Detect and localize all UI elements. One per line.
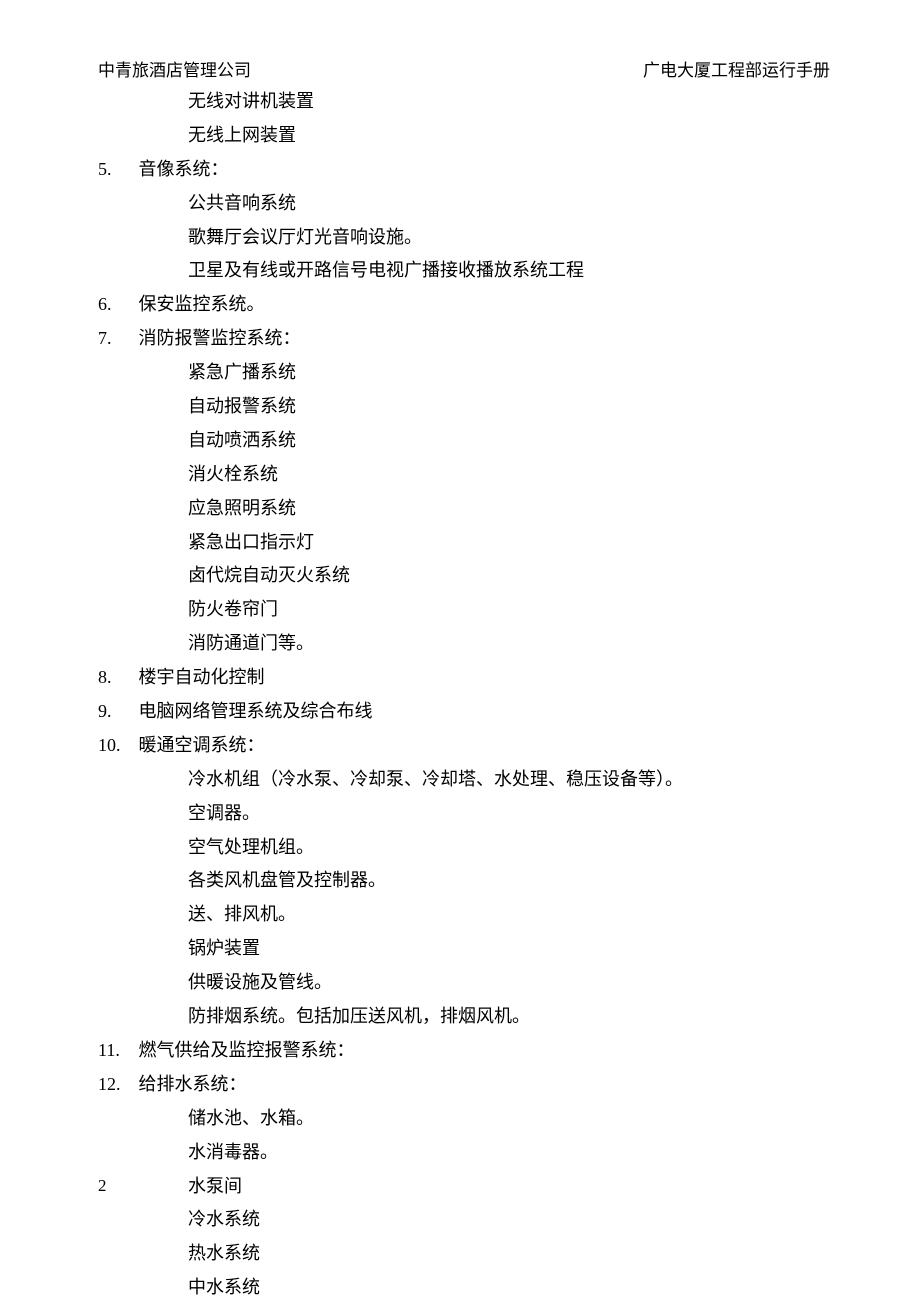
list-sub-item: 卫星及有线或开路信号电视广播接收播放系统工程	[98, 254, 838, 288]
list-sub-item: 锅炉装置	[98, 932, 838, 966]
document-page: 中青旅酒店管理公司 广电大厦工程部运行手册 无线对讲机装置 无线上网装置 5. …	[0, 0, 920, 1251]
list-sub-item: 紧急广播系统	[98, 356, 838, 390]
list-label: 暖通空调系统：	[139, 729, 265, 763]
list-item: 7. 消防报警监控系统：	[98, 322, 838, 356]
list-number: 8.	[98, 661, 134, 695]
list-item: 10. 暖通空调系统：	[98, 729, 838, 763]
list-item: 5. 音像系统：	[98, 153, 838, 187]
list-item: 9. 电脑网络管理系统及综合布线	[98, 695, 838, 729]
document-body: 无线对讲机装置 无线上网装置 5. 音像系统： 公共音响系统 歌舞厅会议厅灯光音…	[98, 85, 838, 1305]
list-sub-item: 防排烟系统。包括加压送风机，排烟风机。	[98, 1000, 838, 1034]
list-number: 5.	[98, 153, 134, 187]
list-sub-item: 冷水机组（冷水泵、冷却泵、冷却塔、水处理、稳压设备等）。	[98, 763, 838, 797]
list-sub-item: 储水池、水箱。	[98, 1102, 838, 1136]
list-number: 9.	[98, 695, 134, 729]
list-sub-item: 空调器。	[98, 797, 838, 831]
list-sub-item: 消火栓系统	[98, 458, 838, 492]
list-sub-item: 水泵间	[98, 1170, 838, 1204]
list-number: 10.	[98, 729, 134, 763]
list-sub-item: 无线上网装置	[98, 119, 838, 153]
list-sub-item: 自动报警系统	[98, 390, 838, 424]
list-label: 楼宇自动化控制	[139, 661, 265, 695]
list-sub-item: 紧急出口指示灯	[98, 526, 838, 560]
list-label: 给排水系统：	[139, 1068, 247, 1102]
list-sub-item: 公共音响系统	[98, 187, 838, 221]
list-sub-item: 防火卷帘门	[98, 593, 838, 627]
list-sub-item: 水消毒器。	[98, 1136, 838, 1170]
list-sub-item: 自动喷洒系统	[98, 424, 838, 458]
header-left: 中青旅酒店管理公司	[98, 56, 251, 81]
list-sub-item: 空气处理机组。	[98, 831, 838, 865]
list-sub-item: 卤代烷自动灭火系统	[98, 559, 838, 593]
page-number: 2	[98, 1176, 107, 1196]
list-label: 消防报警监控系统：	[139, 322, 301, 356]
list-sub-item: 应急照明系统	[98, 492, 838, 526]
list-sub-item: 送、排风机。	[98, 898, 838, 932]
list-sub-item: 热水系统	[98, 1237, 838, 1271]
list-sub-item: 消防通道门等。	[98, 627, 838, 661]
list-label: 音像系统：	[139, 153, 229, 187]
header-right: 广电大厦工程部运行手册	[643, 56, 830, 81]
list-label: 保安监控系统。	[139, 288, 265, 322]
list-number: 6.	[98, 288, 134, 322]
list-label: 电脑网络管理系统及综合布线	[139, 695, 373, 729]
list-label: 燃气供给及监控报警系统：	[139, 1034, 355, 1068]
list-sub-item: 歌舞厅会议厅灯光音响设施。	[98, 221, 838, 255]
list-item: 8. 楼宇自动化控制	[98, 661, 838, 695]
list-item: 12. 给排水系统：	[98, 1068, 838, 1102]
list-sub-item: 供暖设施及管线。	[98, 966, 838, 1000]
list-number: 12.	[98, 1068, 134, 1102]
list-sub-item: 各类风机盘管及控制器。	[98, 864, 838, 898]
list-number: 11.	[98, 1034, 134, 1068]
list-item: 6. 保安监控系统。	[98, 288, 838, 322]
list-number: 7.	[98, 322, 134, 356]
list-sub-item: 冷水系统	[98, 1203, 838, 1237]
list-sub-item: 中水系统	[98, 1271, 838, 1305]
list-item: 11. 燃气供给及监控报警系统：	[98, 1034, 838, 1068]
list-sub-item: 无线对讲机装置	[98, 85, 838, 119]
